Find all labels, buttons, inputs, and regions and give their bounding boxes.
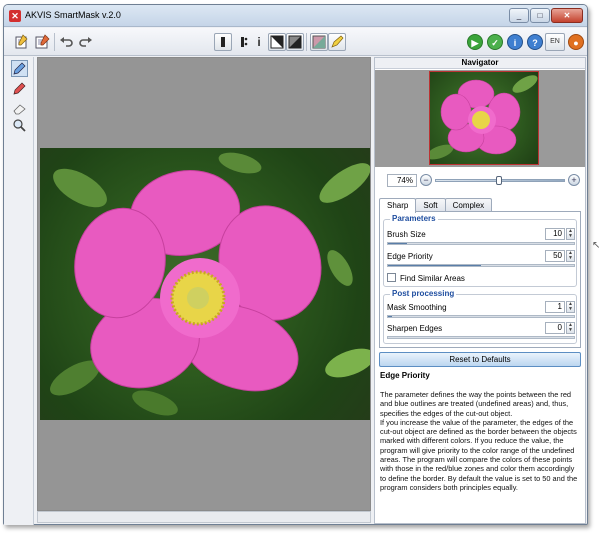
mask-smoothing-label: Mask Smoothing	[387, 303, 447, 312]
zoom-row: 74% − +	[375, 174, 585, 188]
sharpen-edges-slider[interactable]	[387, 336, 575, 339]
tab-sharp[interactable]: Sharp	[379, 198, 417, 213]
window-title: AKVIS SmartMask v.2.0	[25, 10, 121, 20]
flower-photo	[40, 148, 370, 420]
image-canvas[interactable]	[37, 57, 371, 511]
zoom-value[interactable]: 74%	[387, 174, 417, 187]
edge-priority-param: Edge Priority 50 ▲ ▼	[387, 250, 575, 270]
tab-soft[interactable]: Soft	[415, 198, 446, 212]
tools-panel	[4, 57, 34, 525]
sharpen-edges-input[interactable]: 0	[545, 322, 565, 334]
zoom-in-icon[interactable]: +	[568, 174, 580, 186]
eraser-icon[interactable]	[11, 100, 28, 117]
main-toolbar: i ▶ ✓ i ? EN ●	[4, 28, 587, 56]
bw-mask-icon[interactable]	[268, 33, 286, 51]
brush-size-param: Brush Size 10 ▲ ▼	[387, 228, 575, 248]
navigator-preview[interactable]	[375, 70, 585, 167]
mouse-cursor-icon: ↖	[592, 240, 600, 251]
minimize-button[interactable]: _	[509, 8, 529, 23]
edge-priority-slider[interactable]	[387, 264, 575, 267]
find-similar-label: Find Similar Areas	[400, 274, 465, 283]
reset-to-defaults-button[interactable]: Reset to Defaults	[379, 352, 581, 367]
brush-size-spinner[interactable]: ▲ ▼	[566, 228, 575, 240]
highlighter-icon[interactable]	[328, 33, 346, 51]
navigator-thumbnail[interactable]	[429, 71, 539, 165]
navigator-title: Navigator	[375, 58, 585, 69]
window-controls: _ □ ✕	[509, 8, 583, 23]
apply-icon[interactable]: ✓	[487, 34, 503, 50]
app-logo-icon: ✕	[9, 10, 21, 22]
mask-smoothing-spinner[interactable]: ▲ ▼	[566, 301, 575, 313]
zoom-icon[interactable]	[11, 117, 28, 134]
help-icon[interactable]: i	[507, 34, 523, 50]
sharpen-edges-spinner[interactable]: ▲ ▼	[566, 322, 575, 334]
save-icon[interactable]	[33, 33, 51, 51]
show-image-icon[interactable]	[214, 33, 232, 51]
parameters-group: Parameters Brush Size 10 ▲ ▼ Edge Priorit…	[383, 214, 577, 287]
help-text: The parameter defines the way the points…	[380, 390, 578, 492]
mask-smoothing-slider[interactable]	[387, 315, 575, 318]
find-similar-checkbox[interactable]	[387, 273, 396, 282]
horizontal-scrollbar[interactable]	[37, 511, 371, 523]
brush-size-input[interactable]: 10	[545, 228, 565, 240]
help-title: Edge Priority	[380, 371, 430, 380]
tab-content: Parameters Brush Size 10 ▲ ▼ Edge Priorit…	[379, 211, 581, 348]
zoom-out-icon[interactable]: −	[420, 174, 432, 186]
app-window: ✕ AKVIS SmartMask v.2.0 _ □ ✕ i ▶ ✓ i ? …	[3, 4, 588, 525]
redo-icon[interactable]	[76, 33, 94, 51]
blue-pencil-icon[interactable]	[11, 60, 28, 77]
close-button[interactable]: ✕	[551, 8, 583, 23]
sharpen-edges-param: Sharpen Edges 0 ▲ ▼	[387, 322, 575, 342]
settings-icon[interactable]: ?	[527, 34, 543, 50]
mask-smoothing-input[interactable]: 1	[545, 301, 565, 313]
post-processing-title: Post processing	[390, 289, 457, 298]
red-pencil-icon[interactable]	[11, 80, 28, 97]
run-icon[interactable]: ▶	[467, 34, 483, 50]
undo-icon[interactable]	[58, 33, 76, 51]
edge-priority-spinner[interactable]: ▲ ▼	[566, 250, 575, 262]
title-bar: ✕ AKVIS SmartMask v.2.0 _ □ ✕	[4, 5, 587, 27]
brush-size-slider[interactable]	[387, 242, 575, 245]
akvis-icon[interactable]: ●	[568, 34, 584, 50]
language-icon[interactable]: EN	[545, 33, 565, 51]
mask-smoothing-param: Mask Smoothing 1 ▲ ▼	[387, 301, 575, 321]
brush-size-label: Brush Size	[387, 230, 426, 239]
mask-icon[interactable]	[286, 33, 304, 51]
settings-panel: Navigator 74% − + Sharp Soft Complex Par…	[374, 57, 586, 524]
post-processing-group: Post processing Mask Smoothing 1 ▲ ▼ Shar…	[383, 289, 577, 344]
info-icon[interactable]: i	[250, 33, 268, 51]
sharpen-edges-label: Sharpen Edges	[387, 324, 443, 333]
edge-priority-label: Edge Priority	[387, 252, 433, 261]
zoom-slider-thumb[interactable]	[495, 176, 502, 185]
edge-priority-input[interactable]: 50	[545, 250, 565, 262]
zoom-slider[interactable]	[435, 176, 565, 185]
open-icon[interactable]	[12, 33, 30, 51]
tab-complex[interactable]: Complex	[444, 198, 493, 212]
mode-tabs: Sharp Soft Complex	[379, 198, 493, 213]
parameters-title: Parameters	[390, 214, 438, 223]
color-mask-icon[interactable]	[310, 33, 328, 51]
maximize-button[interactable]: □	[530, 8, 550, 23]
